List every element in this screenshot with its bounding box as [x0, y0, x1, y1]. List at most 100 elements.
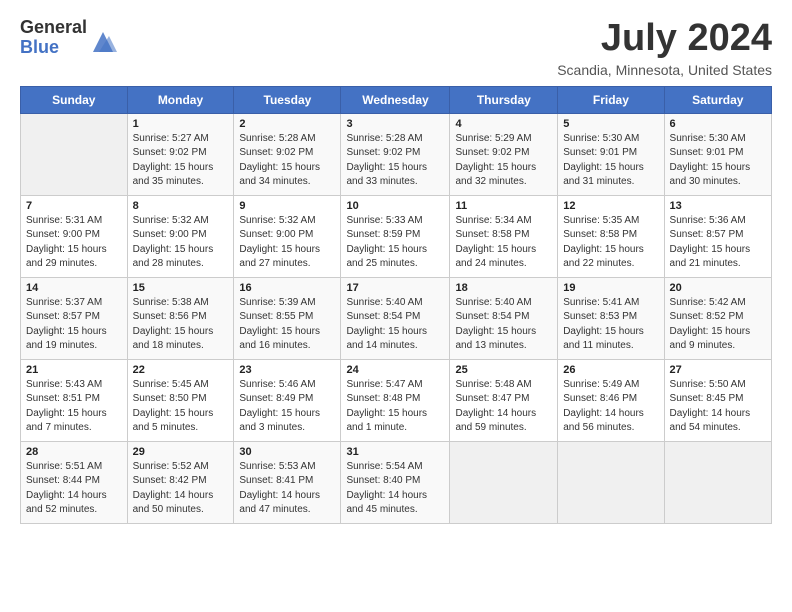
title-block: July 2024 Scandia, Minnesota, United Sta… — [557, 18, 772, 78]
calendar-day-5: 5 Sunrise: 5:30 AM Sunset: 9:01 PM Daylig… — [558, 113, 664, 195]
day-info: Sunrise: 5:30 AM Sunset: 9:01 PM Dayligh… — [563, 132, 658, 190]
calendar-day-11: 11 Sunrise: 5:34 AM Sunset: 8:58 PM Dayli… — [450, 195, 558, 277]
calendar-day-14: 14 Sunrise: 5:37 AM Sunset: 8:57 PM Dayli… — [21, 277, 128, 359]
calendar-day-6: 6 Sunrise: 5:30 AM Sunset: 9:01 PM Daylig… — [664, 113, 771, 195]
calendar-day-21: 21Sunrise: 5:43 AM Sunset: 8:51 PM Dayli… — [21, 359, 128, 441]
calendar-day-1: 1Sunrise: 5:27 AM Sunset: 9:02 PM Daylig… — [127, 113, 234, 195]
day-number: 13 — [670, 200, 766, 212]
calendar-day-29: 29 Sunrise: 5:52 AM Sunset: 8:42 PM Dayli… — [127, 441, 234, 523]
day-info: Sunrise: 5:38 AM Sunset: 8:56 PM Dayligh… — [133, 296, 229, 354]
month-title: July 2024 — [557, 18, 772, 60]
calendar-week-row: 1Sunrise: 5:27 AM Sunset: 9:02 PM Daylig… — [21, 113, 772, 195]
day-info: Sunrise: 5:45 AM Sunset: 8:50 PM Dayligh… — [133, 378, 229, 436]
day-info: Sunrise: 5:40 AM Sunset: 8:54 PM Dayligh… — [455, 296, 552, 354]
day-number: 4 — [455, 118, 552, 130]
calendar-day-18: 18 Sunrise: 5:40 AM Sunset: 8:54 PM Dayli… — [450, 277, 558, 359]
day-info: Sunrise: 5:29 AM Sunset: 9:02 PM Dayligh… — [455, 132, 552, 190]
calendar-day-30: 30Sunrise: 5:53 AM Sunset: 8:41 PM Dayli… — [234, 441, 341, 523]
day-info: Sunrise: 5:47 AM Sunset: 8:48 PM Dayligh… — [346, 378, 444, 436]
calendar-day-13: 13 Sunrise: 5:36 AM Sunset: 8:57 PM Dayli… — [664, 195, 771, 277]
calendar-day-24: 24 Sunrise: 5:47 AM Sunset: 8:48 PM Dayli… — [341, 359, 450, 441]
day-info: Sunrise: 5:52 AM Sunset: 8:42 PM Dayligh… — [133, 460, 229, 518]
calendar-day-27: 27 Sunrise: 5:50 AM Sunset: 8:45 PM Dayli… — [664, 359, 771, 441]
calendar-day-8: 8 Sunrise: 5:32 AM Sunset: 9:00 PM Daylig… — [127, 195, 234, 277]
weekday-header-thursday: Thursday — [450, 86, 558, 113]
calendar-week-row: 28Sunrise: 5:51 AM Sunset: 8:44 PM Dayli… — [21, 441, 772, 523]
day-number: 17 — [346, 282, 444, 294]
day-info: Sunrise: 5:34 AM Sunset: 8:58 PM Dayligh… — [455, 214, 552, 272]
day-number: 29 — [133, 446, 229, 458]
calendar-week-row: 7 Sunrise: 5:31 AM Sunset: 9:00 PM Daylig… — [21, 195, 772, 277]
day-info: Sunrise: 5:49 AM Sunset: 8:46 PM Dayligh… — [563, 378, 658, 436]
day-info: Sunrise: 5:30 AM Sunset: 9:01 PM Dayligh… — [670, 132, 766, 190]
day-info: Sunrise: 5:39 AM Sunset: 8:55 PM Dayligh… — [239, 296, 335, 354]
calendar-empty-cell — [21, 113, 128, 195]
logo: General Blue — [20, 18, 117, 58]
day-info: Sunrise: 5:46 AM Sunset: 8:49 PM Dayligh… — [239, 378, 335, 436]
page: General Blue July 2024 Scandia, Minnesot… — [0, 0, 792, 612]
calendar-day-7: 7 Sunrise: 5:31 AM Sunset: 9:00 PM Daylig… — [21, 195, 128, 277]
day-info: Sunrise: 5:31 AM Sunset: 9:00 PM Dayligh… — [26, 214, 122, 272]
day-info: Sunrise: 5:50 AM Sunset: 8:45 PM Dayligh… — [670, 378, 766, 436]
calendar-empty-cell — [664, 441, 771, 523]
calendar-day-4: 4 Sunrise: 5:29 AM Sunset: 9:02 PM Daylig… — [450, 113, 558, 195]
day-info: Sunrise: 5:53 AM Sunset: 8:41 PM Dayligh… — [239, 460, 335, 518]
day-number: 18 — [455, 282, 552, 294]
day-info: Sunrise: 5:36 AM Sunset: 8:57 PM Dayligh… — [670, 214, 766, 272]
weekday-header-wednesday: Wednesday — [341, 86, 450, 113]
weekday-header-sunday: Sunday — [21, 86, 128, 113]
calendar-week-row: 21Sunrise: 5:43 AM Sunset: 8:51 PM Dayli… — [21, 359, 772, 441]
logo-general-text: General — [20, 18, 87, 38]
calendar-week-row: 14 Sunrise: 5:37 AM Sunset: 8:57 PM Dayli… — [21, 277, 772, 359]
day-number: 24 — [346, 364, 444, 376]
day-info: Sunrise: 5:27 AM Sunset: 9:02 PM Dayligh… — [133, 132, 229, 190]
calendar-day-28: 28Sunrise: 5:51 AM Sunset: 8:44 PM Dayli… — [21, 441, 128, 523]
calendar-day-19: 19 Sunrise: 5:41 AM Sunset: 8:53 PM Dayli… — [558, 277, 664, 359]
day-number: 5 — [563, 118, 658, 130]
calendar-day-26: 26 Sunrise: 5:49 AM Sunset: 8:46 PM Dayli… — [558, 359, 664, 441]
calendar-day-2: 2Sunrise: 5:28 AM Sunset: 9:02 PM Daylig… — [234, 113, 341, 195]
calendar-empty-cell — [558, 441, 664, 523]
day-info: Sunrise: 5:28 AM Sunset: 9:02 PM Dayligh… — [346, 132, 444, 190]
header: General Blue July 2024 Scandia, Minnesot… — [20, 18, 772, 78]
calendar-table: SundayMondayTuesdayWednesdayThursdayFrid… — [20, 86, 772, 524]
day-number: 31 — [346, 446, 444, 458]
day-number: 12 — [563, 200, 658, 212]
day-info: Sunrise: 5:41 AM Sunset: 8:53 PM Dayligh… — [563, 296, 658, 354]
calendar-day-17: 17 Sunrise: 5:40 AM Sunset: 8:54 PM Dayli… — [341, 277, 450, 359]
day-number: 14 — [26, 282, 122, 294]
day-info: Sunrise: 5:37 AM Sunset: 8:57 PM Dayligh… — [26, 296, 122, 354]
calendar-day-15: 15 Sunrise: 5:38 AM Sunset: 8:56 PM Dayli… — [127, 277, 234, 359]
logo-icon — [89, 28, 117, 56]
day-number: 26 — [563, 364, 658, 376]
calendar-day-16: 16 Sunrise: 5:39 AM Sunset: 8:55 PM Dayli… — [234, 277, 341, 359]
day-info: Sunrise: 5:40 AM Sunset: 8:54 PM Dayligh… — [346, 296, 444, 354]
weekday-header-monday: Monday — [127, 86, 234, 113]
day-info: Sunrise: 5:42 AM Sunset: 8:52 PM Dayligh… — [670, 296, 766, 354]
day-info: Sunrise: 5:35 AM Sunset: 8:58 PM Dayligh… — [563, 214, 658, 272]
day-number: 16 — [239, 282, 335, 294]
location-subtitle: Scandia, Minnesota, United States — [557, 62, 772, 78]
day-number: 11 — [455, 200, 552, 212]
weekday-header-saturday: Saturday — [664, 86, 771, 113]
day-number: 27 — [670, 364, 766, 376]
day-info: Sunrise: 5:33 AM Sunset: 8:59 PM Dayligh… — [346, 214, 444, 272]
calendar-header-row: SundayMondayTuesdayWednesdayThursdayFrid… — [21, 86, 772, 113]
day-number: 7 — [26, 200, 122, 212]
day-info: Sunrise: 5:32 AM Sunset: 9:00 PM Dayligh… — [133, 214, 229, 272]
day-info: Sunrise: 5:28 AM Sunset: 9:02 PM Dayligh… — [239, 132, 335, 190]
day-number: 6 — [670, 118, 766, 130]
day-number: 21 — [26, 364, 122, 376]
calendar-empty-cell — [450, 441, 558, 523]
day-info: Sunrise: 5:54 AM Sunset: 8:40 PM Dayligh… — [346, 460, 444, 518]
day-number: 20 — [670, 282, 766, 294]
day-number: 15 — [133, 282, 229, 294]
weekday-header-tuesday: Tuesday — [234, 86, 341, 113]
day-number: 25 — [455, 364, 552, 376]
day-number: 22 — [133, 364, 229, 376]
day-number: 8 — [133, 200, 229, 212]
calendar-day-23: 23Sunrise: 5:46 AM Sunset: 8:49 PM Dayli… — [234, 359, 341, 441]
day-number: 19 — [563, 282, 658, 294]
day-number: 10 — [346, 200, 444, 212]
calendar-day-12: 12 Sunrise: 5:35 AM Sunset: 8:58 PM Dayli… — [558, 195, 664, 277]
